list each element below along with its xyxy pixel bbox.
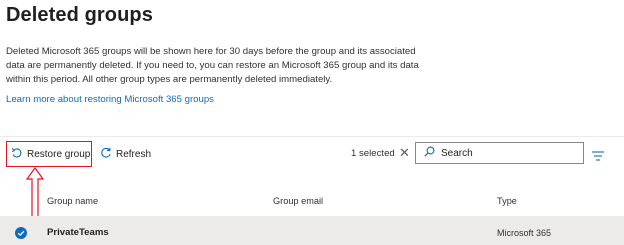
page-description: Deleted Microsoft 365 groups will be sho…	[6, 46, 419, 85]
column-header-group-name[interactable]: Group name	[47, 196, 98, 206]
page-title: Deleted groups	[6, 4, 153, 26]
close-icon[interactable]: ✕	[399, 146, 410, 159]
filter-icon[interactable]	[592, 148, 604, 161]
restore-group-label: Restore group	[27, 148, 91, 160]
search-icon	[424, 144, 435, 162]
refresh-label: Refresh	[116, 148, 152, 160]
cell-type: Microsoft 365	[497, 228, 552, 238]
toolbar-divider	[0, 136, 624, 137]
refresh-button[interactable]: Refresh	[100, 146, 151, 162]
cell-group-name: PrivateTeams	[47, 227, 109, 238]
selected-count: 1 selected	[351, 148, 395, 159]
refresh-icon	[100, 147, 112, 162]
search-box[interactable]	[415, 142, 584, 164]
restore-group-button[interactable]: Restore group	[6, 141, 92, 167]
row-checkbox[interactable]	[15, 226, 27, 239]
learn-more-link[interactable]: Learn more about restoring Microsoft 365…	[6, 94, 214, 105]
column-header-group-email[interactable]: Group email	[273, 196, 323, 206]
search-input[interactable]	[441, 147, 571, 159]
restore-icon	[11, 147, 23, 162]
annotation-arrow	[25, 166, 45, 219]
column-header-type[interactable]: Type	[497, 196, 517, 206]
